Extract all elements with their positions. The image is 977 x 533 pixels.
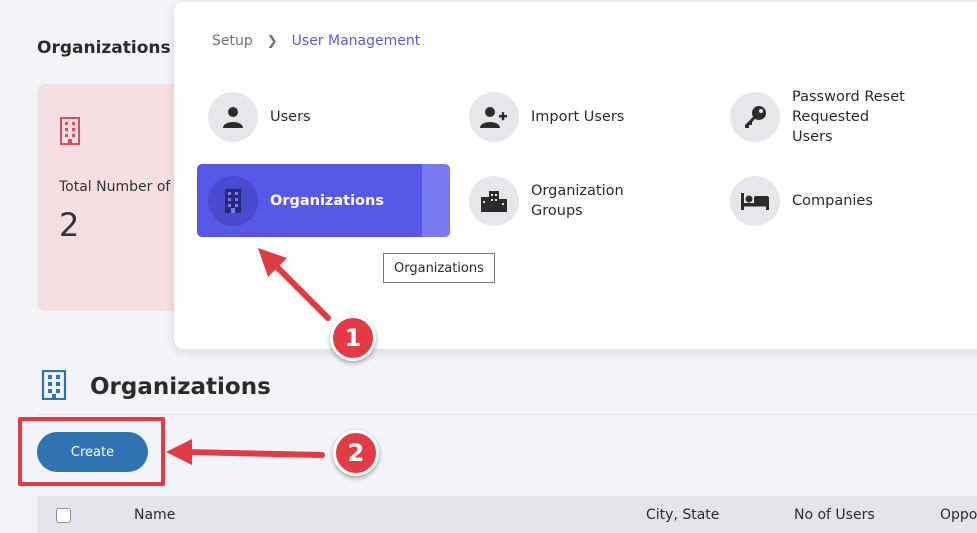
column-city-state[interactable]: City, State xyxy=(646,507,719,523)
annotation-badge-1: 1 xyxy=(330,315,376,361)
menu-item-label: Import Users xyxy=(531,108,625,125)
menu-item-label: Users xyxy=(270,108,311,125)
summary-card-value: 2 xyxy=(59,206,80,244)
menu-item-companies[interactable]: Companies xyxy=(730,164,970,237)
breadcrumb-user-management[interactable]: User Management xyxy=(292,33,421,49)
menu-item-import-users[interactable]: Import Users xyxy=(469,80,709,153)
menu-item-label: Password Reset Requested Users xyxy=(792,88,905,145)
breadcrumb: Setup ❯ User Management xyxy=(212,33,420,49)
active-indicator xyxy=(422,164,450,237)
menu-item-label: Companies xyxy=(792,192,873,209)
menu-item-password-reset-requested-users[interactable]: Password Reset Requested Users xyxy=(730,80,970,153)
organizations-heading: Organizations xyxy=(40,369,271,404)
divider xyxy=(37,414,977,415)
menu-item-users[interactable]: Users xyxy=(208,80,448,153)
user-plus-icon xyxy=(469,91,519,142)
table-header: Name City, State No of Users Oppo xyxy=(37,496,977,533)
summary-card-label: Total Number of xyxy=(59,179,171,195)
menu-item-organizations[interactable]: Organizations xyxy=(197,164,450,237)
menu-item-label: Organizations xyxy=(270,192,384,209)
chevron-right-icon: ❯ xyxy=(266,33,278,49)
key-icon xyxy=(730,91,780,142)
breadcrumb-setup[interactable]: Setup xyxy=(212,33,253,49)
column-opportunities[interactable]: Oppo xyxy=(940,507,977,523)
user-icon xyxy=(208,91,258,142)
column-name[interactable]: Name xyxy=(134,507,175,523)
building-icon xyxy=(40,369,68,404)
create-highlight-box xyxy=(18,417,165,486)
user-management-menu: Setup ❯ User Management Users Import Use… xyxy=(174,2,977,349)
building-icon xyxy=(59,117,81,149)
annotation-badge-2: 2 xyxy=(333,430,379,476)
tooltip: Organizations xyxy=(383,253,495,283)
summary-title: Organizations S xyxy=(37,38,189,58)
page-title: Organizations xyxy=(90,374,271,400)
menu-item-organization-groups[interactable]: Organization Groups xyxy=(469,164,709,237)
select-all-checkbox[interactable] xyxy=(56,508,71,523)
menu-item-label: Organization Groups xyxy=(531,182,624,219)
bed-icon xyxy=(730,175,780,226)
column-no-of-users[interactable]: No of Users xyxy=(794,507,875,523)
building-icon xyxy=(208,175,258,226)
city-icon xyxy=(469,175,519,226)
